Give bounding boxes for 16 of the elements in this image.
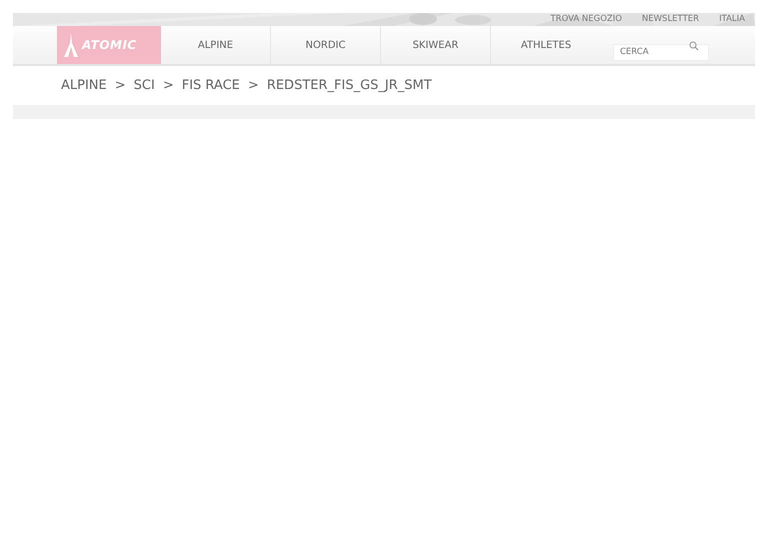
nav-link[interactable]: NORDIC xyxy=(271,26,381,64)
breadcrumb-link[interactable]: ALPINE xyxy=(61,76,107,96)
nav-link[interactable]: SKIWEAR xyxy=(381,26,491,64)
nav-link[interactable]: ATHLETES xyxy=(491,26,601,64)
breadcrumb-separator: > xyxy=(114,77,126,95)
nav-link[interactable]: ALPINE xyxy=(161,26,271,64)
breadcrumb-separator: > xyxy=(162,77,174,95)
breadcrumb-link[interactable]: SCI xyxy=(134,76,155,96)
breadcrumb-link[interactable]: REDSTER_FIS_GS_JR_SMT xyxy=(266,76,432,96)
top-link[interactable]: NEWSLETTER xyxy=(632,13,710,26)
breadcrumb-separator: > xyxy=(248,77,259,95)
search-field[interactable]: CERCA xyxy=(613,44,709,60)
top-link[interactable]: ITALIA xyxy=(709,13,755,26)
top-link[interactable]: TROVA NEGOZIO xyxy=(540,13,632,26)
search-icon[interactable] xyxy=(689,41,699,51)
breadcrumb-link[interactable]: FIS RACE xyxy=(182,76,240,96)
